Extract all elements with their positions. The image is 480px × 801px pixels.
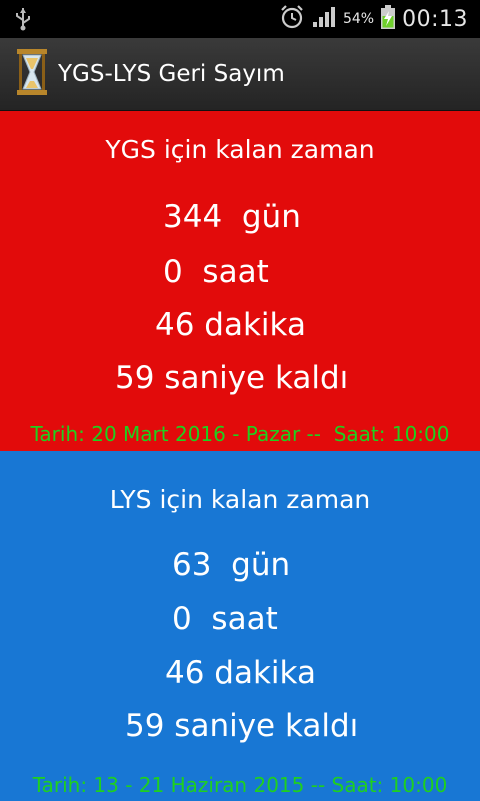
ygs-countdown-panel: YGS için kalan zaman 344 gün 0 saat 46 d…: [0, 111, 480, 451]
lys-date-line: Tarih: 13 - 21 Haziran 2015 -- Saat: 10:…: [32, 773, 448, 797]
lys-seconds: 59 saniye kaldı: [125, 708, 359, 744]
lys-days: 63 gün: [172, 547, 291, 583]
usb-icon: [14, 6, 32, 36]
ygs-days: 344 gün: [163, 199, 301, 235]
action-bar: YGS-LYS Geri Sayım: [0, 38, 480, 111]
lys-countdown-panel: LYS için kalan zaman 63 gün 0 saat 46 da…: [0, 451, 480, 801]
lys-heading: LYS için kalan zaman: [109, 485, 371, 514]
ygs-minutes: 46 dakika: [155, 307, 306, 343]
status-bar: 54% 00:13: [0, 0, 480, 38]
lys-hours: 0 saat: [172, 601, 278, 637]
ygs-seconds: 59 saniye kaldı: [115, 360, 349, 396]
ygs-hours: 0 saat: [163, 254, 269, 290]
lys-minutes: 46 dakika: [165, 655, 316, 691]
signal-strength-icon: [311, 5, 337, 33]
alarm-clock-icon: [279, 4, 305, 34]
app-title: YGS-LYS Geri Sayım: [58, 61, 285, 87]
status-time: 00:13: [402, 6, 468, 32]
ygs-date-line: Tarih: 20 Mart 2016 - Pazar -- Saat: 10:…: [30, 422, 450, 446]
battery-charging-icon: [380, 4, 396, 34]
hourglass-icon[interactable]: [16, 48, 48, 100]
battery-percent: 54%: [342, 11, 375, 27]
ygs-heading: YGS için kalan zaman: [105, 135, 375, 164]
